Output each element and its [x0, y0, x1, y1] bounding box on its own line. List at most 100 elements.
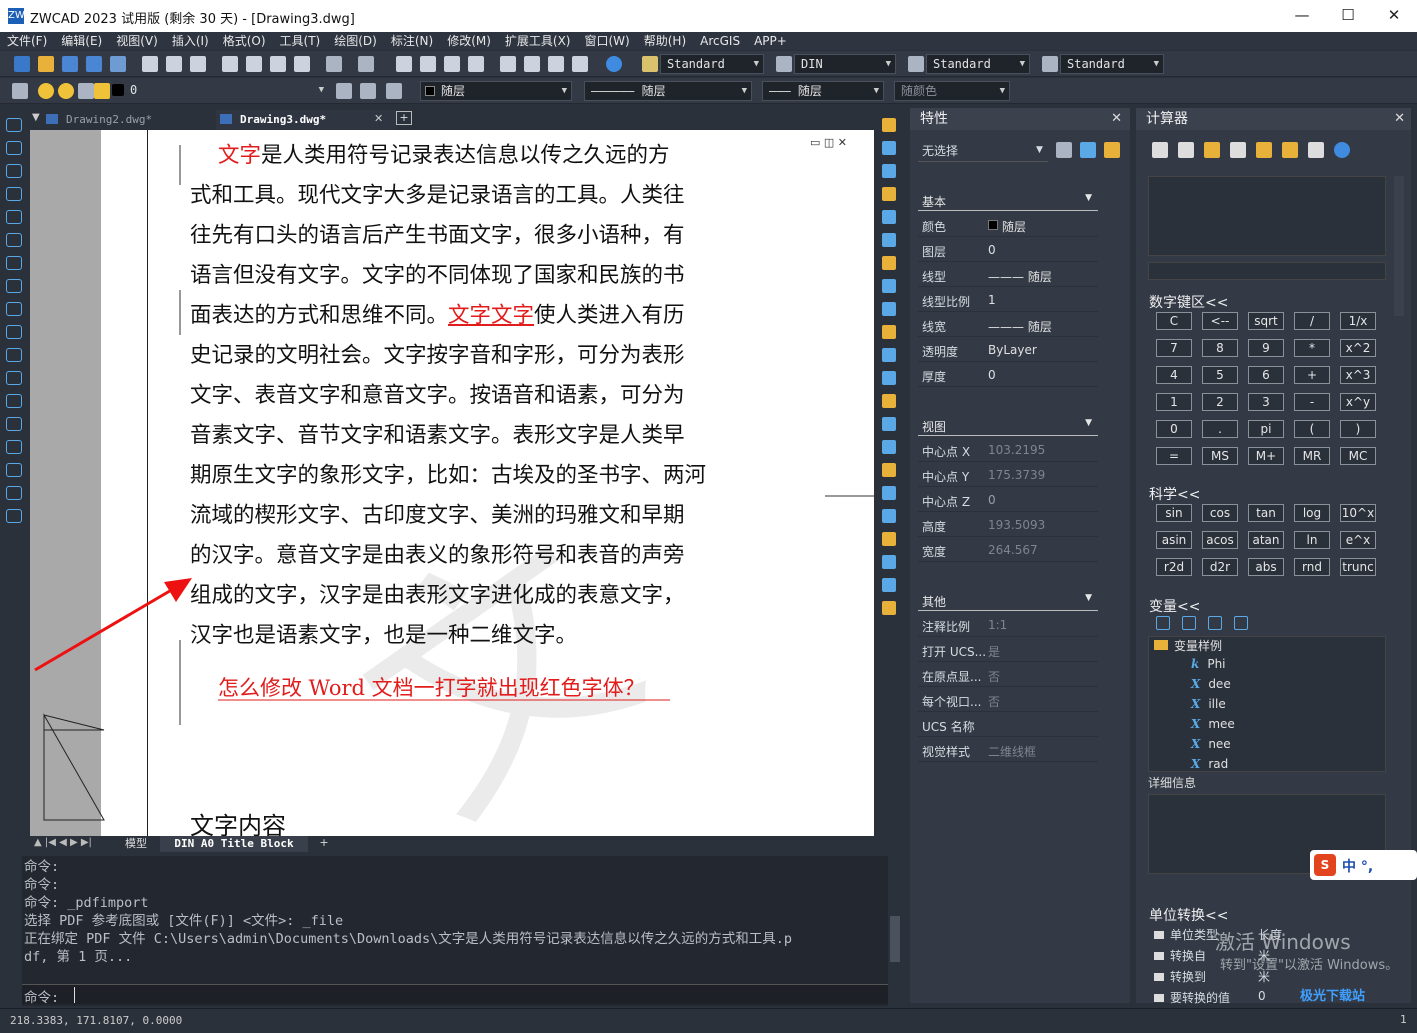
calc-key[interactable]: MS: [1202, 447, 1238, 465]
variable-item[interactable]: Xnee: [1191, 737, 1231, 751]
calc-key[interactable]: 3: [1248, 393, 1284, 411]
sci-key[interactable]: rnd: [1294, 558, 1330, 576]
distance-icon[interactable]: [1256, 142, 1272, 158]
zoom-window-icon[interactable]: [444, 56, 460, 72]
color-select[interactable]: 随层: [420, 81, 572, 101]
mirror-icon[interactable]: [882, 164, 896, 178]
align-icon[interactable]: [882, 555, 896, 569]
property-value[interactable]: ByLayer: [988, 343, 1037, 357]
calc-key[interactable]: *: [1294, 339, 1330, 357]
sci-key[interactable]: acos: [1202, 531, 1238, 549]
ungroup-icon[interactable]: [882, 532, 896, 546]
status-toggles[interactable]: [266, 1012, 586, 1028]
draworder-icon[interactable]: [882, 486, 896, 500]
calc-key[interactable]: 5: [1202, 366, 1238, 384]
layer-lock-icon[interactable]: [78, 83, 94, 99]
status-more-icon[interactable]: 1: [1400, 1013, 1407, 1026]
section-other[interactable]: 其他: [918, 593, 1098, 611]
menu-item[interactable]: 扩展工具(X): [498, 32, 578, 50]
menu-item[interactable]: 绘图(D): [327, 32, 384, 50]
property-value[interactable]: 193.5093: [988, 518, 1045, 532]
calc-key[interactable]: .: [1202, 420, 1238, 438]
property-value[interactable]: 0: [988, 243, 996, 257]
angle-icon[interactable]: [1282, 142, 1298, 158]
copy-icon[interactable]: [882, 141, 896, 155]
property-value[interactable]: ——— 随层: [988, 268, 1052, 285]
calc-key[interactable]: 2: [1202, 393, 1238, 411]
tab-close-icon[interactable]: ✕: [374, 112, 383, 125]
sheet-set-icon[interactable]: [110, 56, 126, 72]
lengthen-icon[interactable]: [882, 578, 896, 592]
property-value[interactable]: 0: [988, 493, 996, 507]
pan-icon[interactable]: [396, 56, 412, 72]
calc-key[interactable]: 0: [1156, 420, 1192, 438]
property-value[interactable]: 1:1: [988, 618, 1007, 632]
drawing-canvas[interactable]: 文 ▭ ◫ ✕ 文字是人类用符号记录表达信息以传之久远的方 式和工具。现代文字大多…: [30, 130, 874, 836]
property-value[interactable]: ——— 随层: [988, 318, 1052, 335]
match-properties-icon[interactable]: [294, 56, 310, 72]
calc-key[interactable]: M+: [1248, 447, 1284, 465]
property-row[interactable]: 打开 UCS... 是: [918, 638, 1098, 662]
calc-key[interactable]: ): [1340, 420, 1376, 438]
offset-icon[interactable]: [882, 187, 896, 201]
break-icon[interactable]: [882, 371, 896, 385]
publish-icon[interactable]: [190, 56, 206, 72]
property-row[interactable]: 线宽 ——— 随层: [918, 313, 1098, 337]
properties-match-icon[interactable]: [882, 601, 896, 615]
properties-icon[interactable]: [500, 56, 516, 72]
save-icon[interactable]: [62, 56, 78, 72]
layer-previous-icon[interactable]: [360, 83, 376, 99]
calc-input[interactable]: [1148, 262, 1386, 280]
undo-icon[interactable]: [326, 56, 342, 72]
trim-icon[interactable]: [882, 325, 896, 339]
join-icon[interactable]: [882, 394, 896, 408]
draw-table-icon[interactable]: [6, 486, 22, 500]
maximize-button[interactable]: ☐: [1325, 0, 1371, 32]
property-row[interactable]: 高度 193.5093: [918, 513, 1098, 537]
variable-folder[interactable]: 变量样例: [1154, 637, 1222, 654]
intersection-icon[interactable]: [1308, 142, 1324, 158]
paste-value-icon[interactable]: [1204, 142, 1220, 158]
text-style-select[interactable]: Standard: [660, 54, 764, 74]
tool-palette-icon[interactable]: [548, 56, 564, 72]
draw-ellipse-icon[interactable]: [6, 325, 22, 339]
property-row[interactable]: 在原点显... 否: [918, 663, 1098, 687]
property-row[interactable]: 透明度 ByLayer: [918, 338, 1098, 362]
delete-variable-icon[interactable]: [1208, 616, 1222, 630]
menu-item[interactable]: 格式(O): [216, 32, 273, 50]
menu-item[interactable]: 文件(F): [0, 32, 54, 50]
tab-drawing2[interactable]: Drawing2.dwg*: [42, 110, 212, 130]
property-row[interactable]: 视觉样式 二维线框: [918, 738, 1098, 762]
draw-point-icon[interactable]: [6, 417, 22, 431]
stretch-icon[interactable]: [882, 302, 896, 316]
layer-manager-icon[interactable]: [12, 83, 28, 99]
sci-key[interactable]: asin: [1156, 531, 1192, 549]
menu-item[interactable]: 帮助(H): [637, 32, 693, 50]
move-icon[interactable]: [882, 233, 896, 247]
group-icon[interactable]: [882, 509, 896, 523]
tab-layout[interactable]: DIN A0 Title Block: [160, 836, 308, 852]
calc-key[interactable]: 4: [1156, 366, 1192, 384]
draw-make-block-icon[interactable]: [6, 394, 22, 408]
property-row[interactable]: 图层 0: [918, 238, 1098, 262]
property-row[interactable]: 中心点 Y 175.3739: [918, 463, 1098, 487]
cut-icon[interactable]: [222, 56, 238, 72]
sci-key[interactable]: r2d: [1156, 558, 1192, 576]
draw-mtext-icon[interactable]: [6, 509, 22, 523]
calc-key[interactable]: pi: [1248, 420, 1284, 438]
draw-ellipse-arc-icon[interactable]: [6, 348, 22, 362]
selection-select[interactable]: 无选择: [918, 140, 1048, 162]
calc-key[interactable]: MC: [1340, 447, 1376, 465]
new-tab-button[interactable]: +: [396, 111, 412, 125]
sci-key[interactable]: d2r: [1202, 558, 1238, 576]
sci-key[interactable]: sin: [1156, 504, 1192, 522]
property-value[interactable]: 否: [988, 668, 1000, 685]
menu-item[interactable]: ArcGIS: [693, 32, 747, 50]
toggle-pickadd-icon[interactable]: [1056, 142, 1072, 158]
layer-unlock-icon[interactable]: [94, 83, 110, 99]
rotate-icon[interactable]: [882, 256, 896, 270]
sci-key[interactable]: atan: [1248, 531, 1284, 549]
draw-cloud-icon[interactable]: [6, 279, 22, 293]
calc-key[interactable]: /: [1294, 312, 1330, 330]
property-value[interactable]: 否: [988, 693, 1000, 710]
